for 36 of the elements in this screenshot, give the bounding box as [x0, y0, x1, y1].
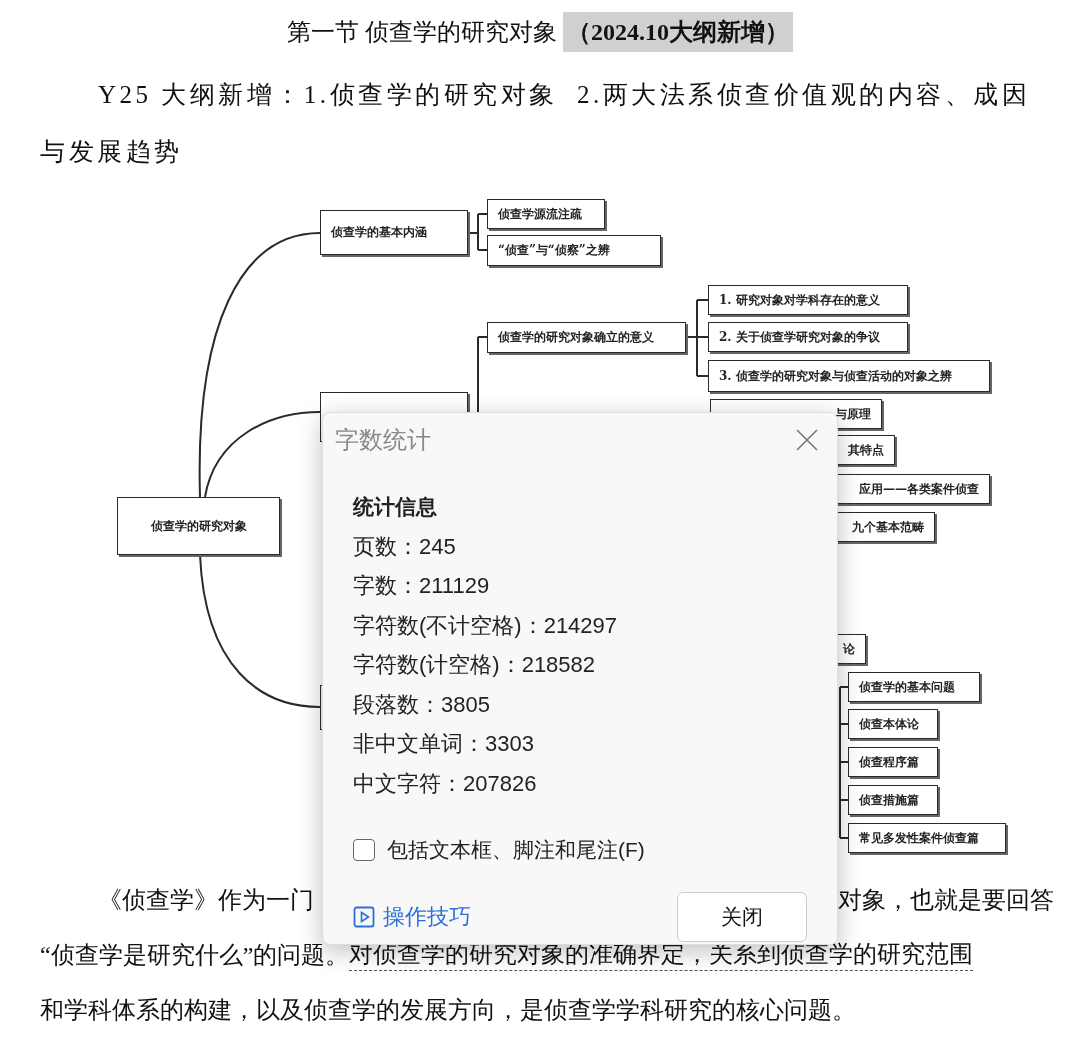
mind-map-node: 侦查学的研究对象确立的意义 — [487, 322, 686, 353]
mind-map-node: 侦查本体论 — [848, 709, 938, 739]
section-heading: 统计信息 — [353, 494, 438, 520]
checkbox-label: 包括文本框、脚注和尾注(F) — [387, 836, 645, 863]
body-text: 和学科体系的构建，以及侦查学的发展方向，是侦查学学科研究的核心问题。 — [40, 995, 856, 1025]
body-text: “侦查学是研究什么”的问题。 — [40, 940, 350, 970]
mind-map-node: 1. 研究对象对学科存在的意义 — [708, 285, 908, 315]
mind-map-node: 3. 侦查学的研究对象与侦查活动的对象之辨 — [708, 360, 990, 392]
statistic-text: 页数：245 — [353, 532, 457, 561]
statistic-text: 字符数(计空格)：218582 — [353, 651, 597, 680]
play-icon — [353, 905, 375, 928]
dialog-title: 字数统计 — [335, 425, 431, 455]
mind-map-node: 侦查程序篇 — [848, 747, 938, 777]
mind-map-node: 常见多发性案件侦查篇 — [848, 823, 1006, 853]
section-title: 第一节 侦查学的研究对象 — [287, 18, 558, 47]
statistic-text: 字数：211129 — [353, 572, 491, 601]
mind-map-node: “侦查”与“侦察”之辨 — [487, 235, 661, 266]
statistic-text: 非中文单词：3303 — [353, 730, 535, 759]
checkbox[interactable] — [353, 838, 375, 861]
mind-map-node: 侦查措施篇 — [848, 785, 938, 815]
body-text: 《侦查学》作为一门 — [98, 885, 314, 915]
highlighted-note: （2024.10大纲新增） — [563, 12, 793, 52]
close-icon[interactable] — [795, 428, 819, 452]
tips-link[interactable]: 操作技巧 — [353, 901, 471, 932]
body-text: 对象，也就是要回答 — [838, 885, 1054, 915]
statistic-text: 字符数(不计空格)：214297 — [353, 611, 619, 640]
mind-map-node: 2. 关于侦查学研究对象的争议 — [708, 322, 908, 352]
bracket-line — [467, 213, 488, 251]
outline-note: Y25 大纲新增：1.侦查学的研究对象 2.两大法系侦查价值观的内容、成因与发展趋势 — [40, 80, 1032, 167]
mind-map-node: 侦查学源流注疏 — [487, 199, 605, 229]
statistic-text: 中文字符：207826 — [353, 769, 538, 798]
mind-map-root-node: 侦查学的研究对象 — [117, 497, 280, 555]
statistic-text: 段落数：3805 — [353, 690, 491, 719]
mind-map-node: 侦查学的基本内涵 — [320, 210, 468, 255]
close-button[interactable]: 关闭 — [677, 891, 807, 942]
mind-map-node: 侦查学的基本问题 — [848, 672, 980, 702]
